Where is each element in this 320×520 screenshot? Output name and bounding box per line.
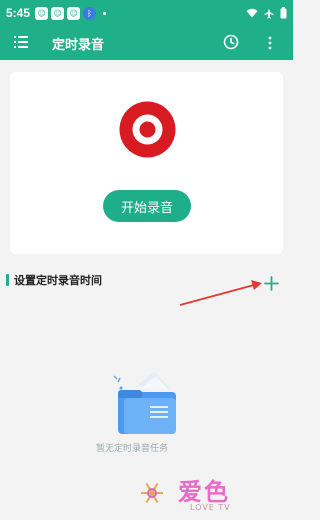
- section-accent-bar: [6, 274, 9, 286]
- list-menu-icon[interactable]: [14, 35, 28, 49]
- empty-folder-illustration: [113, 372, 176, 434]
- airplane-icon: [264, 8, 274, 18]
- watermark-text: 爱色: [178, 478, 230, 506]
- more-options-icon[interactable]: [267, 35, 273, 51]
- app-notification-icon: ☺: [67, 6, 81, 20]
- add-schedule-icon[interactable]: [264, 276, 279, 291]
- wifi-icon: [246, 8, 258, 18]
- more-notifications-dot: [103, 11, 107, 15]
- watermark-subtext: LOVE TV: [190, 503, 231, 512]
- battery-icon: [280, 7, 287, 19]
- start-recording-button[interactable]: 开始录音: [103, 190, 191, 222]
- app-notification-icon: ☺: [51, 6, 65, 20]
- record-icon: [119, 101, 176, 158]
- app-notification-icon: ☺: [35, 6, 49, 20]
- status-bar: 5:45 ☺ ☺ ☺ ᛒ: [0, 0, 293, 26]
- bluetooth-icon: ᛒ: [83, 6, 97, 20]
- recorder-card: 开始录音: [10, 72, 283, 254]
- page-title: 定时录音: [52, 38, 105, 53]
- app-toolbar: 定时录音: [0, 26, 293, 60]
- empty-state-text: 暂无定时录音任务: [96, 444, 169, 454]
- status-time: 5:45: [6, 6, 31, 20]
- clock-icon[interactable]: [223, 34, 239, 50]
- schedule-section-title: 设置定时录音时间: [14, 274, 102, 287]
